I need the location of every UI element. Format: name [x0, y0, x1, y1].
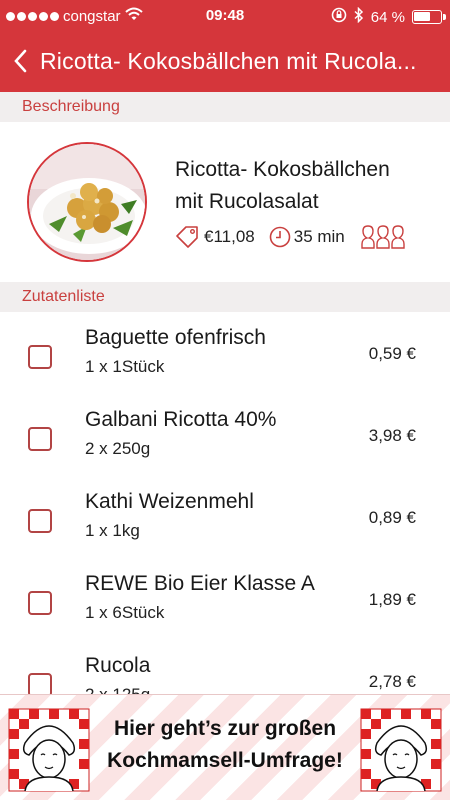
section-header-ingredients: Zutatenliste — [0, 282, 450, 312]
clock-icon — [269, 226, 291, 248]
nav-title: Ricotta- Kokosbällchen mit Rucola... — [40, 47, 417, 74]
ingredient-price: 0,89 € — [368, 508, 416, 527]
recipe-price: €11,08 — [204, 227, 255, 246]
status-right: 64 % — [331, 6, 446, 27]
ingredient-row[interactable]: Baguette ofenfrisch 1 x 1Stück 0,59 € — [0, 312, 450, 394]
banner-line1: Hier geht’s zur großen — [113, 717, 337, 740]
ingredient-price: 3,98 € — [368, 426, 416, 445]
status-bar: congstar 09:48 64 % — [0, 0, 450, 32]
ingredient-name: REWE Bio Eier Klasse A — [85, 572, 315, 595]
ingredient-checkbox[interactable] — [28, 591, 52, 615]
banner-text: Hier geht’s zur großen Kochmamsell-Umfra… — [95, 713, 355, 777]
back-button[interactable] — [0, 49, 40, 73]
ingredient-price: 2,78 € — [368, 672, 416, 691]
battery-percentage: 64 % — [370, 8, 405, 26]
chef-illustration-icon — [357, 703, 445, 795]
price-tag-icon — [175, 226, 201, 248]
section-header-description: Beschreibung — [0, 92, 450, 122]
ingredient-quantity: 1 x 6Stück — [85, 603, 165, 622]
nav-bar: Ricotta- Kokosbällchen mit Rucola... — [0, 36, 450, 86]
chef-illustration-icon — [5, 703, 93, 795]
recipe-time: 35 min — [293, 227, 345, 246]
header: congstar 09:48 64 % Ricotta- Kokosbällch… — [0, 0, 450, 92]
recipe-title-line2: mit Rucolasalat — [175, 190, 319, 213]
banner-line2: Kochmamsell-Umfrage! — [107, 749, 343, 772]
survey-banner[interactable]: Hier geht’s zur großen Kochmamsell-Umfra… — [0, 694, 450, 800]
ingredient-quantity: 1 x 1kg — [85, 521, 140, 540]
bluetooth-icon — [354, 6, 364, 27]
ingredient-checkbox[interactable] — [28, 509, 52, 533]
ingredient-row[interactable]: REWE Bio Eier Klasse A 1 x 6Stück 1,89 € — [0, 558, 450, 640]
ingredient-checkbox[interactable] — [28, 427, 52, 451]
recipe-card: Ricotta- Kokosbällchen mit Rucolasalat €… — [0, 122, 450, 282]
battery-icon — [412, 10, 446, 24]
rotation-lock-icon — [331, 7, 347, 27]
recipe-title-line1: Ricotta- Kokosbällchen — [175, 158, 390, 181]
ingredient-price: 0,59 € — [368, 344, 416, 363]
recipe-title: Ricotta- Kokosbällchen mit Rucolasalat — [175, 154, 435, 218]
servings-people-icon — [359, 224, 411, 250]
ingredient-name: Kathi Weizenmehl — [85, 490, 254, 513]
ingredient-row[interactable]: Kathi Weizenmehl 1 x 1kg 0,89 € — [0, 476, 450, 558]
chevron-left-icon — [14, 49, 27, 73]
recipe-meta: €11,08 35 min — [175, 224, 414, 250]
ingredient-name: Rucola — [85, 654, 151, 677]
ingredient-checkbox[interactable] — [28, 345, 52, 369]
ingredient-price: 1,89 € — [368, 590, 416, 609]
ingredient-name: Baguette ofenfrisch — [85, 326, 266, 349]
ingredient-quantity: 2 x 250g — [85, 439, 151, 458]
ingredient-name: Galbani Ricotta 40% — [85, 408, 277, 431]
battery-fill — [414, 12, 430, 21]
ingredient-row[interactable]: Galbani Ricotta 40% 2 x 250g 3,98 € — [0, 394, 450, 476]
ingredient-quantity: 1 x 1Stück — [85, 357, 165, 376]
recipe-photo — [27, 142, 147, 262]
